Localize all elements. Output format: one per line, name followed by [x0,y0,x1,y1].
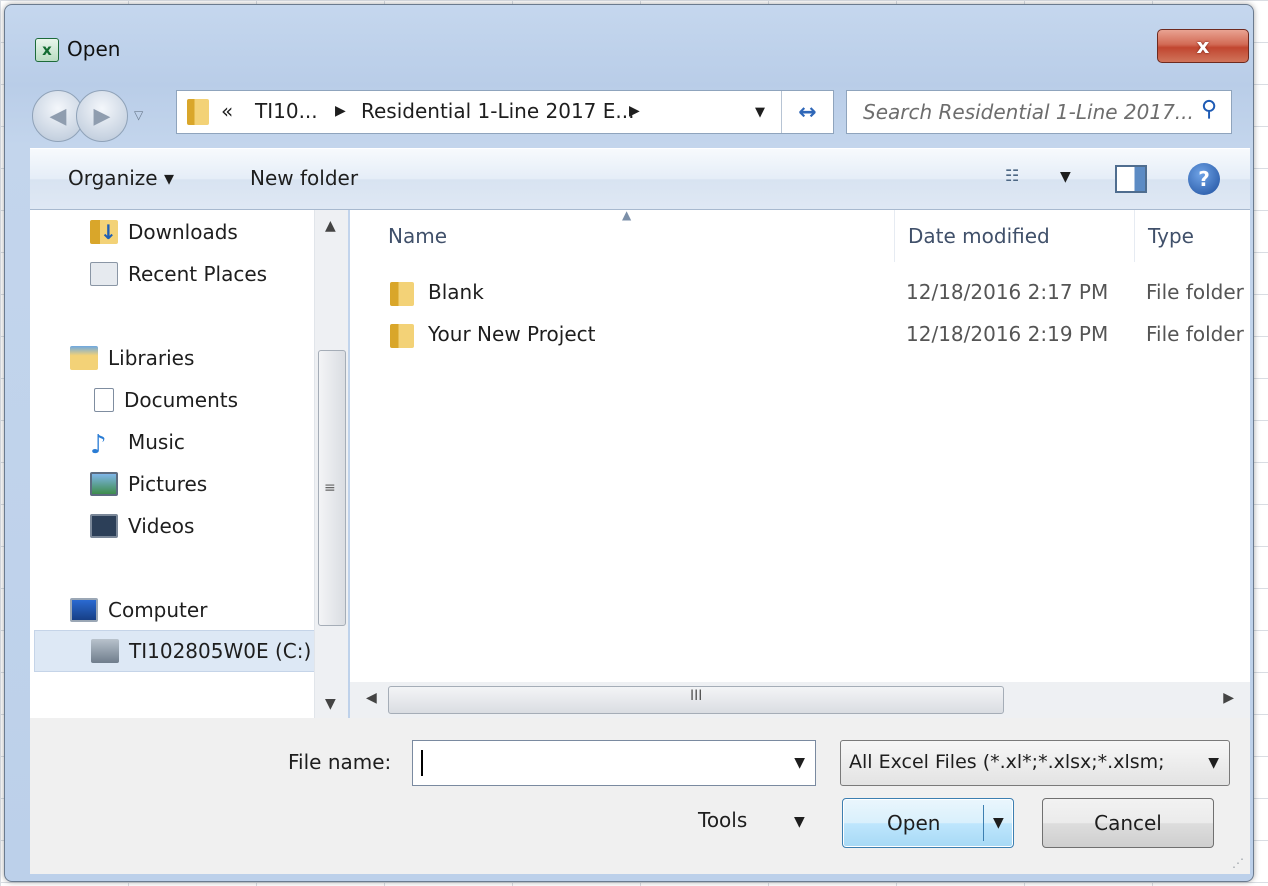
sidebar-item-pictures[interactable]: Pictures [90,466,207,502]
dialog-footer: File name: ▼ All Excel Files (*.xl*;*.xl… [30,718,1250,874]
sidebar-item-recent-places[interactable]: Recent Places [90,256,267,292]
downloads-icon [90,220,118,244]
documents-icon [94,388,114,412]
views-dropdown-icon[interactable]: ▼ [1060,169,1071,185]
sidebar-item-videos[interactable]: Videos [90,508,194,544]
sidebar-item-music[interactable]: ♪ Music [90,424,185,460]
refresh-icon: ↔ [798,99,817,125]
sort-ascending-icon: ▲ [622,210,632,222]
sidebar-item-label: Music [128,430,185,454]
window-title: Open [67,37,121,61]
computer-icon [70,598,98,622]
file-date-modified: 12/18/2016 2:19 PM [906,322,1109,346]
file-list: ▲ Name Date modified Type Blank 12/18/20… [350,210,1250,682]
file-type-filter-value: All Excel Files (*.xl*;*.xlsx;*.xlsm; [849,751,1165,773]
file-name: Your New Project [428,322,596,346]
file-type: File folder [1146,280,1244,304]
search-box[interactable]: Search Residential 1-Line 2017... ⚲ [846,90,1232,134]
file-list-horizontal-scrollbar[interactable]: ◀ III ▶ [350,682,1250,718]
address-dropdown-icon[interactable]: ▼ [755,105,765,120]
sidebar-item-label: TI102805W0E (C:) [129,639,312,663]
search-icon[interactable]: ⚲ [1201,99,1223,121]
sidebar-item-label: Documents [124,388,239,412]
sidebar-item-downloads[interactable]: Downloads [90,214,238,250]
file-row[interactable]: Your New Project 12/18/2016 2:19 PM File… [350,316,1250,356]
column-header-type[interactable]: Type [1148,224,1194,248]
sidebar-item-label: Computer [108,598,208,622]
address-overflow[interactable]: « [221,99,233,123]
open-button-label: Open [887,811,941,835]
excel-icon: x [35,38,59,62]
cancel-button[interactable]: Cancel [1042,798,1214,848]
chevron-right-icon[interactable]: ▶ [629,103,640,119]
scroll-up-icon[interactable]: ▲ [325,218,336,234]
recent-places-icon [90,262,118,286]
resize-grip-icon[interactable]: ⋰ [1232,856,1244,870]
open-dropdown-icon[interactable]: ▼ [993,815,1004,831]
sidebar-item-documents[interactable]: Documents [94,382,238,418]
help-icon[interactable]: ? [1188,163,1220,195]
address-bar[interactable]: « TI10... ▶ Residential 1-Line 2017 E...… [176,90,834,134]
title-bar: x Open x [5,5,1253,79]
new-folder-button[interactable]: New folder [250,166,358,190]
scroll-grip-icon: III [690,688,703,704]
sidebar-item-label: Libraries [108,346,195,370]
column-header-date-modified[interactable]: Date modified [908,224,1050,248]
close-icon: x [1196,34,1210,58]
file-name-label: File name: [288,750,392,774]
cancel-button-label: Cancel [1094,811,1162,835]
file-date-modified: 12/18/2016 2:17 PM [906,280,1109,304]
preview-pane-icon[interactable] [1115,165,1147,193]
text-caret [421,750,423,776]
column-header-name[interactable]: Name [388,224,447,248]
file-row[interactable]: Blank 12/18/2016 2:17 PM File folder [350,274,1250,314]
scroll-down-icon[interactable]: ▼ [325,696,336,712]
file-name-dropdown-icon[interactable]: ▼ [794,755,805,771]
search-placeholder: Search Residential 1-Line 2017... [863,100,1194,124]
sidebar-item-label: Videos [128,514,195,538]
file-name-field[interactable]: ▼ [412,740,816,786]
sidebar-item-drive-c[interactable]: TI102805W0E (C:) [34,630,344,672]
file-type: File folder [1146,322,1244,346]
tools-menu[interactable]: Tools [698,808,747,832]
pictures-icon [90,472,118,496]
column-divider[interactable] [1134,210,1135,262]
libraries-icon [70,346,98,370]
forward-button[interactable]: ▶ [76,90,128,142]
forward-arrow-icon: ▶ [93,103,111,129]
folder-icon [390,282,414,306]
back-arrow-icon: ◀ [49,103,67,129]
music-icon: ♪ [90,430,107,460]
recent-locations-dropdown[interactable]: ▽ [134,108,143,122]
open-button[interactable]: Open ▼ [842,798,1014,848]
file-type-dropdown-icon[interactable]: ▼ [1208,755,1219,771]
refresh-button[interactable]: ↔ [781,91,833,133]
chevron-right-icon[interactable]: ▶ [335,103,346,119]
command-toolbar: Organize ▾ New folder ☷ ▼ ? [30,148,1250,210]
scroll-right-icon[interactable]: ▶ [1223,690,1234,706]
scroll-left-icon[interactable]: ◀ [366,690,377,706]
tools-dropdown-icon[interactable]: ▼ [794,814,805,830]
column-divider[interactable] [894,210,895,262]
organize-button[interactable]: Organize ▾ [68,166,174,190]
navigation-pane: Downloads Recent Places Libraries Docume… [30,210,348,718]
videos-icon [90,514,118,538]
sidebar-item-label: Pictures [128,472,208,496]
navigation-pane-scrollbar[interactable]: ▲ ≡ ▼ [314,210,348,718]
sidebar-item-computer[interactable]: Computer [70,592,207,628]
scroll-grip-icon: ≡ [324,480,336,496]
folder-icon [390,324,414,348]
file-name: Blank [428,280,484,304]
breadcrumb-segment-2[interactable]: Residential 1-Line 2017 E... [361,99,634,123]
sidebar-item-label: Recent Places [128,262,268,286]
drive-icon [91,639,119,663]
file-type-filter[interactable]: All Excel Files (*.xl*;*.xlsx;*.xlsm; ▼ [840,740,1230,786]
breadcrumb-segment-1[interactable]: TI10... [255,99,318,123]
split-divider [983,805,984,841]
sidebar-item-label: Downloads [128,220,238,244]
folder-icon [187,99,209,125]
sidebar-item-libraries[interactable]: Libraries [70,340,194,376]
views-icon[interactable]: ☷ [1005,166,1019,185]
close-button[interactable]: x [1157,29,1249,63]
